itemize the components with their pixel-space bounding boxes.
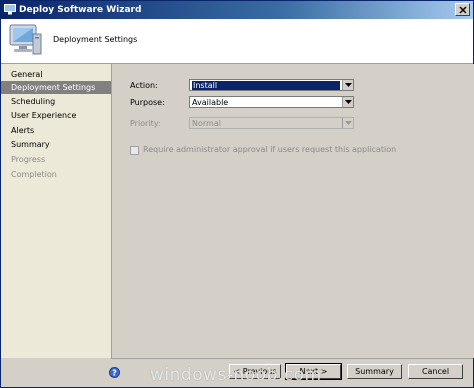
action-label: Action: — [130, 81, 158, 90]
deployment-settings-panel: Action: Install Purpose: Available Prior… — [111, 64, 474, 358]
chevron-down-icon — [345, 121, 352, 125]
action-select[interactable]: Install — [189, 79, 354, 91]
title-bar[interactable]: Deploy Software Wizard — [1, 1, 473, 19]
purpose-value: Available — [192, 98, 229, 107]
nav-item-alerts[interactable]: Alerts — [1, 124, 111, 137]
nav-item-summary[interactable]: Summary — [1, 138, 111, 151]
next-button[interactable]: Next > — [285, 363, 342, 380]
priority-label: Priority: — [130, 119, 161, 128]
require-approval-label: Require administrator approval if users … — [143, 145, 397, 154]
nav-item-deployment-settings[interactable]: Deployment Settings — [1, 81, 111, 94]
app-icon — [4, 4, 16, 15]
purpose-label: Purpose: — [130, 98, 165, 107]
purpose-select[interactable]: Available — [189, 96, 354, 108]
priority-select: Normal — [189, 117, 354, 129]
close-icon — [459, 6, 467, 14]
nav-item-scheduling[interactable]: Scheduling — [1, 95, 111, 108]
summary-button[interactable]: Summary — [347, 364, 402, 379]
window-title: Deploy Software Wizard — [19, 5, 142, 15]
wizard-header: Deployment Settings — [1, 19, 473, 64]
wizard-footer: ? < Previous Next > Summary Cancel — [109, 358, 473, 388]
nav-item-user-experience[interactable]: User Experience — [1, 109, 111, 122]
header-title: Deployment Settings — [53, 35, 138, 44]
chevron-down-icon — [345, 83, 352, 87]
svg-text:?: ? — [112, 369, 117, 378]
help-icon[interactable]: ? — [109, 367, 120, 378]
nav-item-progress: Progress — [11, 155, 46, 164]
computer-monitor-icon — [9, 24, 42, 55]
action-dropdown-button[interactable] — [342, 80, 353, 90]
wizard-nav: General Deployment Settings Scheduling U… — [1, 64, 111, 358]
close-button[interactable] — [455, 3, 470, 16]
nav-item-general[interactable]: General — [1, 68, 111, 81]
nav-item-completion: Completion — [11, 170, 57, 179]
purpose-dropdown-button[interactable] — [342, 97, 353, 107]
priority-value: Normal — [192, 119, 221, 128]
previous-button[interactable]: < Previous — [229, 364, 281, 379]
chevron-down-icon — [345, 100, 352, 104]
require-approval-checkbox — [130, 146, 139, 155]
wizard-window: Deploy Software Wizard Deployment Settin… — [0, 0, 474, 388]
action-value: Install — [192, 81, 340, 90]
cancel-button[interactable]: Cancel — [408, 364, 463, 379]
priority-dropdown-button — [342, 118, 353, 128]
